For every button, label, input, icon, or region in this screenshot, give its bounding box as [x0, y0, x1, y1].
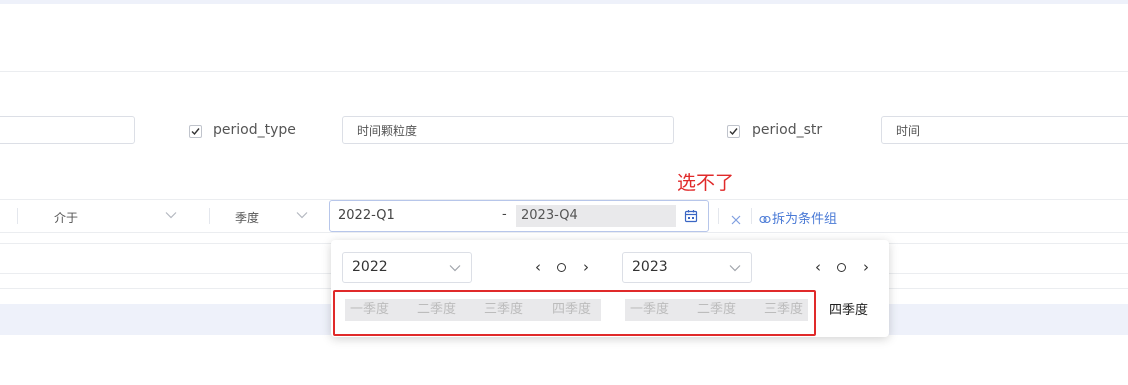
right-quarter-4[interactable]: 四季度	[829, 301, 868, 321]
chevron-down-icon[interactable]	[296, 211, 308, 219]
period-type-input[interactable]: 时间颗粒度	[342, 116, 674, 144]
range-end-input[interactable]: 2023-Q4	[516, 205, 676, 227]
section-divider	[0, 71, 1128, 72]
chevron-right-icon[interactable]: ›	[581, 259, 591, 275]
chevron-down-icon[interactable]	[729, 264, 741, 272]
chevron-right-icon[interactable]: ›	[861, 259, 871, 275]
period-type-checkbox[interactable]	[189, 125, 202, 138]
right-year-value: 2023	[632, 259, 668, 275]
check-icon	[729, 128, 738, 136]
chevron-down-icon[interactable]	[449, 264, 461, 272]
chevron-down-icon[interactable]	[165, 211, 177, 219]
period-str-checkbox[interactable]	[727, 125, 740, 138]
period-str-label: period_str	[752, 122, 823, 138]
range-separator: -	[502, 207, 507, 222]
condition-row-bottom	[0, 232, 1128, 233]
period-str-input[interactable]: 时间	[881, 116, 1128, 144]
link-icon[interactable]	[759, 210, 771, 229]
current-period-icon[interactable]	[837, 263, 846, 272]
calendar-icon[interactable]	[684, 208, 698, 227]
annotation-highlight-box	[333, 290, 816, 336]
divider	[718, 208, 719, 224]
period-type-label: period_type	[213, 122, 296, 138]
divider	[751, 208, 752, 224]
divider	[17, 208, 18, 224]
close-icon[interactable]	[731, 210, 741, 229]
filter-input-prev[interactable]	[0, 116, 135, 144]
operator-select-value[interactable]: 介于	[54, 209, 78, 226]
split-condition-group-link[interactable]: 拆为条件组	[772, 208, 837, 227]
check-icon	[191, 128, 200, 136]
left-year-value: 2022	[352, 259, 388, 275]
top-bar	[0, 0, 1128, 4]
granularity-select-value[interactable]: 季度	[235, 209, 259, 226]
divider	[209, 208, 210, 224]
annotation-text: 选不了	[677, 172, 735, 194]
chevron-left-icon[interactable]: ‹	[533, 259, 543, 275]
current-period-icon[interactable]	[557, 263, 566, 272]
chevron-left-icon[interactable]: ‹	[813, 259, 823, 275]
range-start-input[interactable]: 2022-Q1	[338, 208, 395, 223]
